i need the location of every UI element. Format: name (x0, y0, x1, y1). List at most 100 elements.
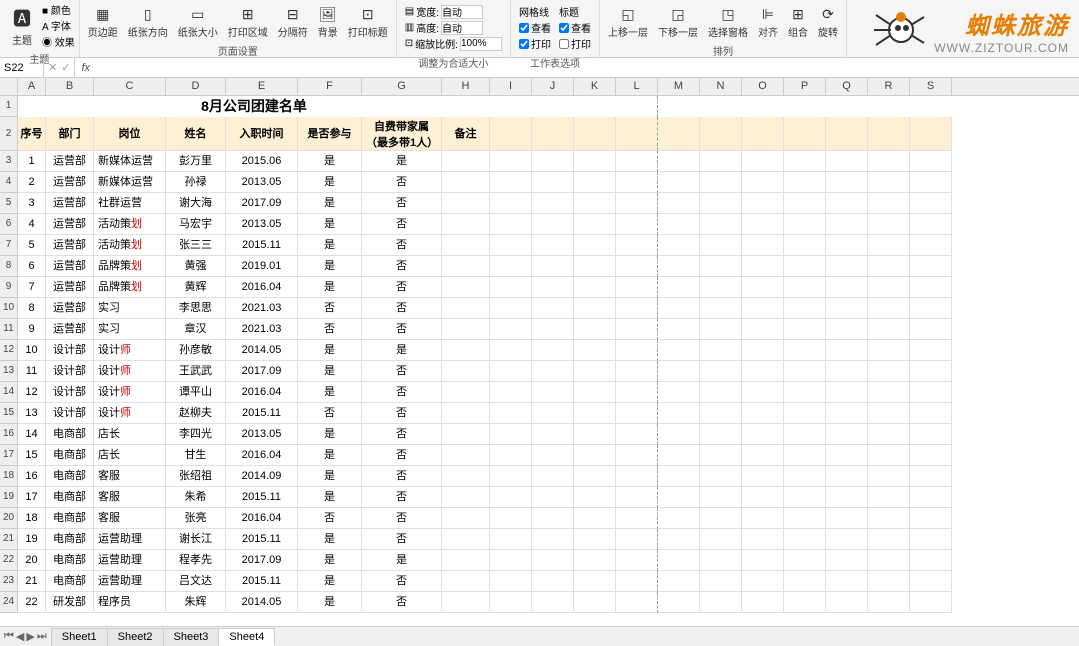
cell[interactable] (742, 151, 784, 172)
col-header-J[interactable]: J (532, 78, 574, 95)
cell[interactable] (868, 214, 910, 235)
cell[interactable]: 是 (298, 466, 362, 487)
col-header-A[interactable]: A (18, 78, 46, 95)
col-header-F[interactable]: F (298, 78, 362, 95)
cell[interactable]: 社群运营 (94, 193, 166, 214)
cell[interactable] (616, 403, 658, 424)
cell[interactable]: 是 (298, 235, 362, 256)
cell[interactable] (784, 151, 826, 172)
cell[interactable] (442, 571, 490, 592)
cell[interactable]: 是 (362, 151, 442, 172)
cell[interactable] (868, 340, 910, 361)
cell[interactable] (616, 117, 658, 151)
cell[interactable]: 运营部 (46, 151, 94, 172)
cell[interactable] (658, 424, 700, 445)
cell[interactable] (826, 340, 868, 361)
cell[interactable] (700, 382, 742, 403)
cell[interactable] (490, 592, 532, 613)
cell[interactable] (532, 382, 574, 403)
row-header[interactable]: 5 (0, 193, 17, 214)
cell[interactable] (658, 172, 700, 193)
cell[interactable] (910, 361, 952, 382)
cell[interactable]: 是 (298, 550, 362, 571)
cell[interactable]: 6 (18, 256, 46, 277)
cell[interactable] (658, 214, 700, 235)
print-area-button[interactable]: ⊞打印区域 (224, 2, 272, 41)
col-header-B[interactable]: B (46, 78, 94, 95)
cell[interactable] (826, 361, 868, 382)
row-header[interactable]: 17 (0, 445, 17, 466)
col-header-E[interactable]: E (226, 78, 298, 95)
row-header[interactable]: 9 (0, 277, 17, 298)
cell[interactable] (700, 151, 742, 172)
cell[interactable] (700, 571, 742, 592)
cell[interactable]: 运营部 (46, 319, 94, 340)
effects-button[interactable]: ◉ 效果 (42, 34, 75, 49)
cell[interactable]: 李思思 (166, 298, 226, 319)
sheet-tab[interactable]: Sheet1 (51, 628, 108, 646)
cell[interactable] (574, 550, 616, 571)
cell[interactable] (616, 340, 658, 361)
cell[interactable]: 马宏宇 (166, 214, 226, 235)
cell[interactable] (616, 256, 658, 277)
cell[interactable] (868, 529, 910, 550)
cell[interactable]: 黄辉 (166, 277, 226, 298)
cell[interactable] (442, 277, 490, 298)
cell[interactable] (700, 592, 742, 613)
row-header[interactable]: 18 (0, 466, 17, 487)
cell[interactable] (700, 214, 742, 235)
cell[interactable]: 赵柳夫 (166, 403, 226, 424)
cell[interactable] (742, 256, 784, 277)
cell[interactable] (490, 550, 532, 571)
cell[interactable] (784, 117, 826, 151)
cell[interactable] (700, 193, 742, 214)
col-header-G[interactable]: G (362, 78, 442, 95)
cell[interactable] (442, 445, 490, 466)
cell[interactable] (616, 277, 658, 298)
cell[interactable] (490, 403, 532, 424)
cell[interactable] (784, 592, 826, 613)
cell[interactable] (742, 319, 784, 340)
cell[interactable]: 电商部 (46, 487, 94, 508)
cell[interactable] (868, 319, 910, 340)
sheet-tab[interactable]: Sheet3 (163, 628, 220, 646)
cell[interactable] (784, 319, 826, 340)
gridlines-view-check[interactable]: 查看 (519, 20, 551, 35)
cell[interactable] (784, 340, 826, 361)
cell[interactable]: 电商部 (46, 424, 94, 445)
col-header-M[interactable]: M (658, 78, 700, 95)
cell[interactable] (532, 172, 574, 193)
cell[interactable] (658, 96, 700, 117)
cell[interactable] (616, 424, 658, 445)
cell[interactable] (442, 235, 490, 256)
cell[interactable] (826, 193, 868, 214)
row-header[interactable]: 19 (0, 487, 17, 508)
cell[interactable]: 张三三 (166, 235, 226, 256)
cell[interactable] (574, 193, 616, 214)
cell[interactable]: 孙彦敏 (166, 340, 226, 361)
cell[interactable]: 电商部 (46, 571, 94, 592)
cell[interactable]: 研发部 (46, 592, 94, 613)
cell[interactable]: 2013.05 (226, 214, 298, 235)
cell[interactable] (910, 298, 952, 319)
cell[interactable] (910, 172, 952, 193)
cell[interactable]: 朱辉 (166, 592, 226, 613)
cell[interactable] (868, 172, 910, 193)
cell[interactable]: 运营部 (46, 214, 94, 235)
cell[interactable] (742, 172, 784, 193)
cell[interactable]: 2015.11 (226, 487, 298, 508)
cell[interactable]: 自费带家属（最多带1人） (362, 117, 442, 151)
col-header-Q[interactable]: Q (826, 78, 868, 95)
cell[interactable] (658, 466, 700, 487)
cell[interactable] (910, 256, 952, 277)
cell[interactable]: 实习 (94, 319, 166, 340)
cell[interactable] (826, 256, 868, 277)
cell[interactable]: 运营部 (46, 193, 94, 214)
orientation-button[interactable]: ▯纸张方向 (124, 2, 172, 41)
cell[interactable]: 设计师 (94, 361, 166, 382)
cell[interactable] (574, 529, 616, 550)
last-sheet-icon[interactable]: ⏭ (37, 630, 47, 643)
row-header[interactable]: 15 (0, 403, 17, 424)
cell[interactable] (742, 96, 784, 117)
cell[interactable]: 2021.03 (226, 319, 298, 340)
